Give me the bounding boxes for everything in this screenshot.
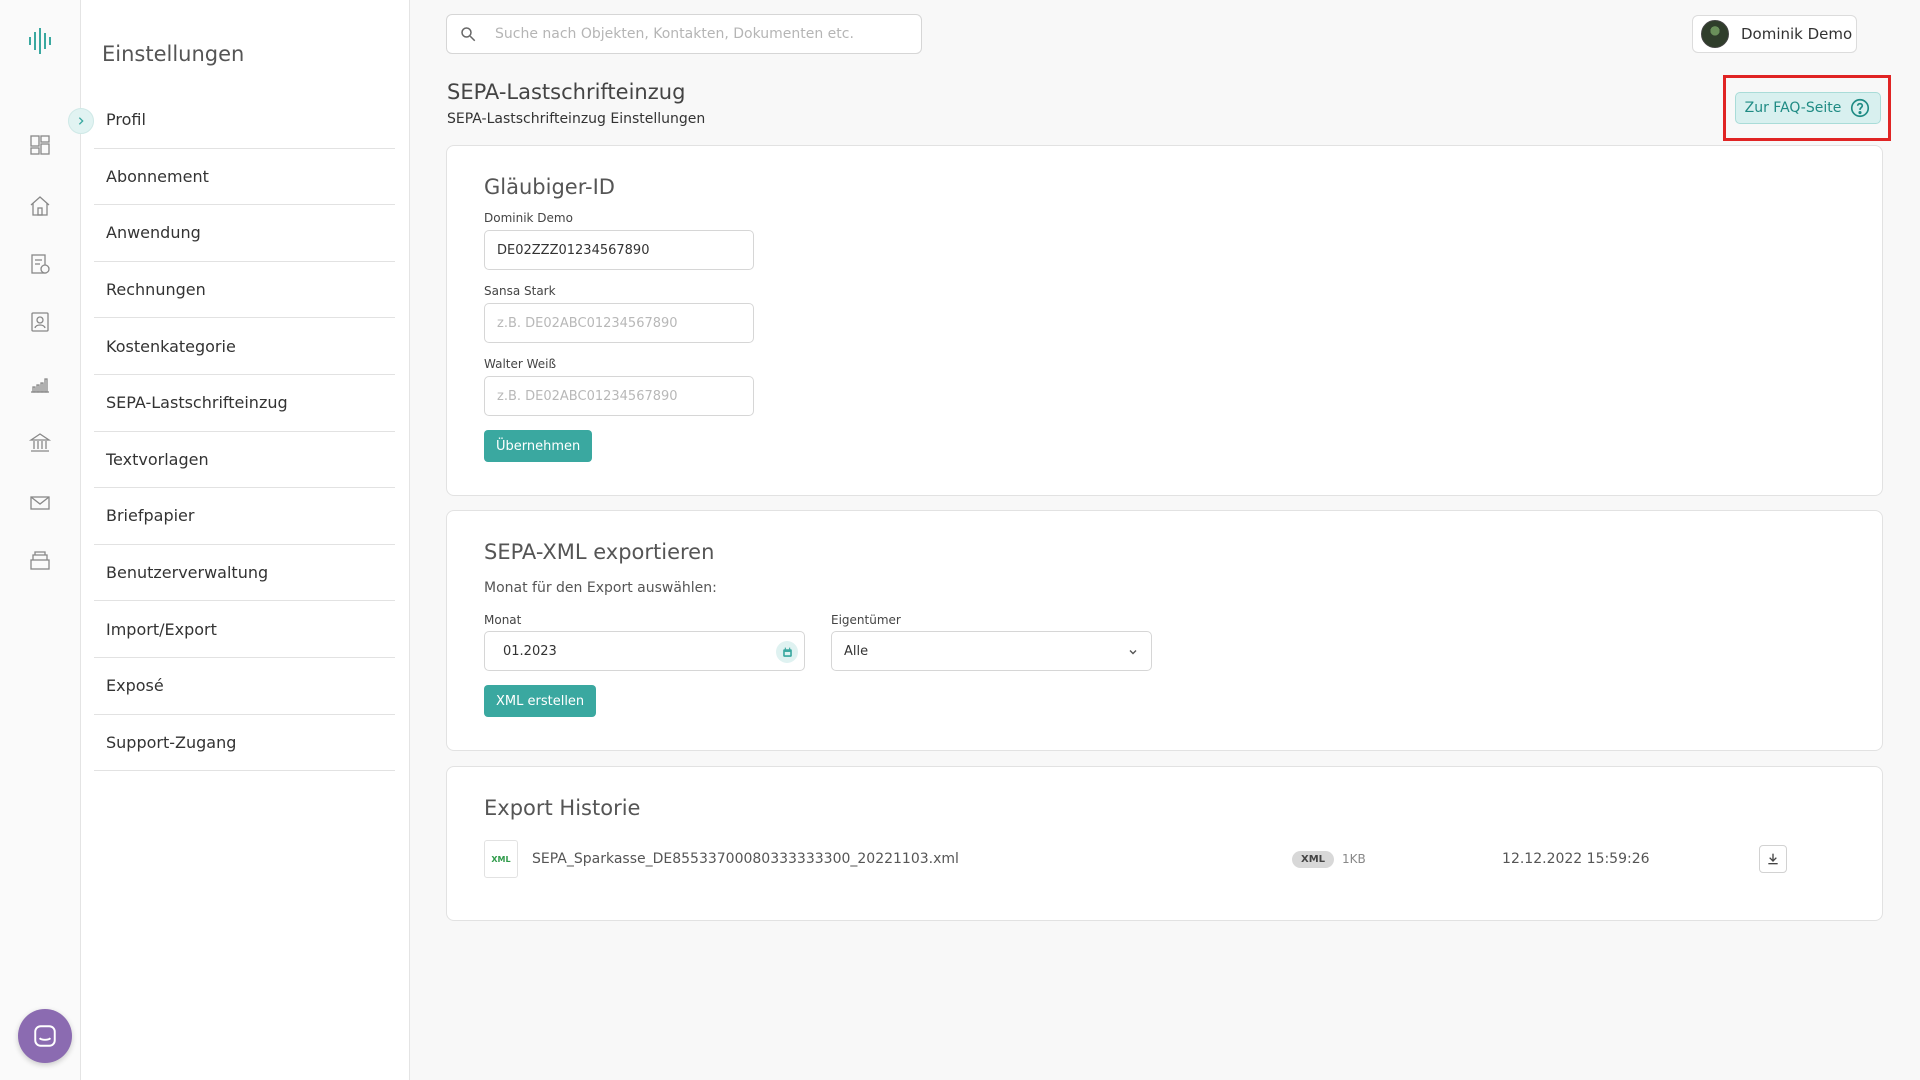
settings-title: Einstellungen (102, 42, 245, 66)
faq-button-label: Zur FAQ-Seite (1744, 100, 1842, 116)
calendar-button[interactable] (776, 641, 798, 663)
settings-item-import-export[interactable]: Import/Export (94, 601, 395, 658)
owner-label: Eigentümer (831, 613, 901, 627)
chevron-right-icon (78, 117, 84, 125)
archive-icon[interactable] (28, 549, 52, 573)
icon-rail (0, 0, 81, 1080)
mail-icon[interactable] (28, 491, 52, 515)
xml-file-icon: XML (484, 840, 518, 878)
creditor-field-label: Sansa Stark (484, 284, 556, 298)
apply-button[interactable]: Übernehmen (484, 430, 593, 462)
calendar-icon (782, 647, 792, 657)
download-icon (1768, 853, 1778, 865)
settings-item-anwendung[interactable]: Anwendung (94, 205, 395, 262)
settings-item-support-zugang[interactable]: Support-Zugang (94, 715, 395, 772)
sepa-export-card: SEPA-XML exportieren Monat für den Expor… (446, 510, 1883, 751)
settings-item-rechnungen[interactable]: Rechnungen (94, 262, 395, 319)
creditor-field-label: Walter Weiß (484, 357, 557, 371)
sepa-export-title: SEPA-XML exportieren (484, 540, 715, 564)
file-type-badge: XML (1292, 850, 1335, 868)
creditor-id-card: Gläubiger-ID Dominik Demo Sansa Stark Wa… (446, 145, 1883, 496)
settings-item-profil[interactable]: Profil (94, 92, 395, 149)
file-size: 1KB (1342, 852, 1366, 866)
owner-select[interactable]: Alle (831, 631, 1152, 671)
export-history-card: Export Historie XML SEPA_Sparkasse_DE855… (446, 766, 1883, 921)
faq-button[interactable]: Zur FAQ-Seite (1735, 92, 1881, 124)
export-history-title: Export Historie (484, 796, 641, 820)
settings-item-expose[interactable]: Exposé (94, 658, 395, 715)
receipt-icon[interactable] (28, 252, 52, 276)
month-date-field[interactable]: 01.2023 (484, 631, 805, 671)
bank-icon[interactable] (28, 431, 52, 455)
settings-item-sepa-lastschrifteinzug[interactable]: SEPA-Lastschrifteinzug (94, 375, 395, 432)
settings-menu: Profil Abonnement Anwendung Rechnungen K… (94, 92, 395, 772)
sidebar-collapse-button[interactable] (68, 108, 94, 134)
owner-value: Alle (844, 643, 869, 659)
creditor-field-label: Dominik Demo (484, 211, 573, 225)
avatar (1701, 20, 1729, 48)
chart-icon[interactable] (28, 372, 52, 396)
user-menu-button[interactable]: Dominik Demo (1692, 15, 1857, 53)
help-icon (1851, 98, 1870, 118)
chevron-down-icon (1129, 650, 1137, 655)
settings-item-abonnement[interactable]: Abonnement (94, 149, 395, 206)
creditor-id-input-sansa-stark[interactable] (484, 303, 754, 343)
search-input[interactable] (495, 26, 895, 42)
dashboard-icon[interactable] (28, 133, 52, 157)
creditor-id-input-dominik-demo[interactable] (484, 230, 754, 270)
month-label: Monat (484, 613, 522, 627)
month-value: 01.2023 (503, 643, 557, 659)
home-icon[interactable] (28, 194, 52, 218)
chat-launcher-button[interactable] (18, 1009, 72, 1063)
user-name: Dominik Demo (1741, 25, 1853, 43)
sepa-export-helper: Monat für den Export auswählen: (484, 580, 717, 596)
export-file-name[interactable]: SEPA_Sparkasse_DE85533700080333333300_20… (532, 851, 1292, 867)
settings-item-textvorlagen[interactable]: Textvorlagen (94, 432, 395, 489)
export-date: 12.12.2022 15:59:26 (1502, 851, 1650, 867)
page-title: SEPA-Lastschrifteinzug (447, 80, 686, 104)
create-xml-button[interactable]: XML erstellen (484, 685, 597, 717)
search-icon (461, 27, 476, 42)
settings-item-briefpapier[interactable]: Briefpapier (94, 488, 395, 545)
creditor-id-input-walter-weiss[interactable] (484, 376, 754, 416)
settings-item-benutzerverwaltung[interactable]: Benutzerverwaltung (94, 545, 395, 602)
page-subtitle: SEPA-Lastschrifteinzug Einstellungen (447, 111, 706, 127)
logo-icon[interactable] (26, 26, 56, 56)
download-button[interactable] (1759, 845, 1788, 873)
creditor-id-title: Gläubiger-ID (484, 175, 615, 199)
settings-item-kostenkategorie[interactable]: Kostenkategorie (94, 318, 395, 375)
chat-icon (34, 1025, 56, 1047)
search-bar (446, 14, 922, 54)
settings-sidebar: Einstellungen Profil Abonnement Anwendun… (81, 0, 410, 1080)
contacts-icon[interactable] (28, 310, 52, 334)
table-row: XML SEPA_Sparkasse_DE8553370008033333330… (484, 839, 1847, 879)
